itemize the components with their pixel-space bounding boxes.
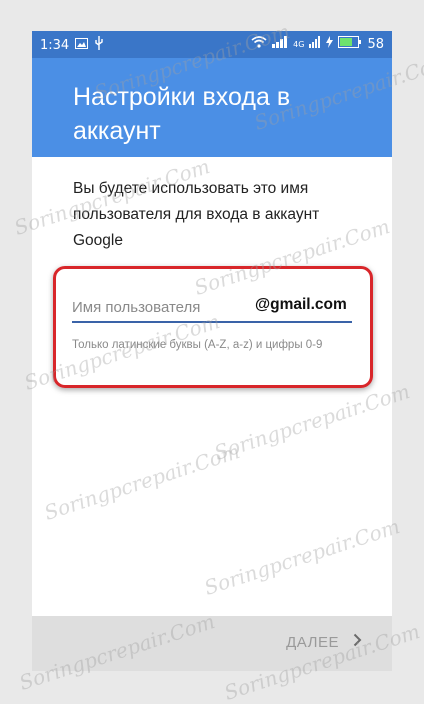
- header: Настройки входа в аккаунт: [32, 58, 392, 157]
- wifi-icon: [251, 36, 267, 52]
- input-underline: [72, 321, 352, 323]
- screen: 1:34 4G 58 Настройки входа в аккаунт Вы …: [32, 31, 392, 671]
- charging-icon: [326, 36, 334, 52]
- usb-icon: [94, 36, 104, 54]
- chevron-right-icon: [353, 633, 362, 651]
- signal-icon: [272, 36, 288, 52]
- highlight-frame: [53, 266, 373, 388]
- image-icon: [75, 37, 89, 53]
- battery-icon: [338, 36, 362, 52]
- status-bar: 1:34 4G 58: [32, 31, 392, 58]
- footer-bar: ДАЛЕЕ: [32, 616, 392, 671]
- lte-label: 4G: [293, 39, 305, 49]
- battery-level: 58: [367, 36, 384, 52]
- next-label: ДАЛЕЕ: [286, 633, 339, 651]
- signal-icon-2: [309, 36, 321, 52]
- next-button[interactable]: ДАЛЕЕ: [286, 633, 362, 651]
- username-hint: Только латинские буквы (A-Z, a-z) и цифр…: [72, 339, 323, 351]
- phone-frame: 1:34 4G 58 Настройки входа в аккаунт Вы …: [0, 0, 424, 705]
- page-title: Настройки входа в аккаунт: [73, 83, 291, 145]
- status-time: 1:34: [40, 37, 70, 53]
- domain-suffix: @gmail.com: [255, 296, 347, 313]
- intro-text: Вы будете использовать это имя пользоват…: [73, 180, 320, 249]
